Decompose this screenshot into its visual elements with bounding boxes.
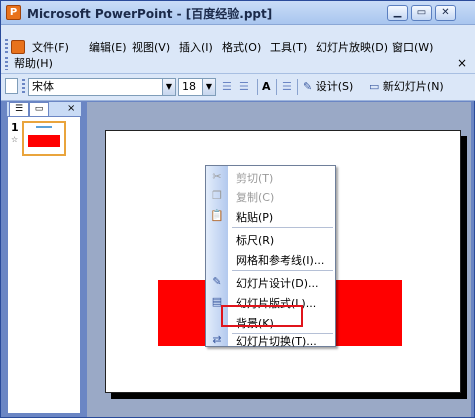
font-size-value: 18 xyxy=(182,80,196,93)
document-icon[interactable] xyxy=(11,40,25,54)
menu-bar-top-strip xyxy=(1,25,475,36)
menubar-grip[interactable] xyxy=(5,39,8,54)
outline-tab[interactable]: ☰ xyxy=(9,102,29,116)
menu-insert[interactable]: 插入(I) xyxy=(179,39,213,56)
ruler-label: 标尺(R) xyxy=(236,234,275,247)
close-button[interactable]: ✕ xyxy=(435,5,456,21)
grid-guides-menu-item[interactable]: 网格和参考线(I)... xyxy=(206,249,335,269)
grid-guides-label: 网格和参考线(I)... xyxy=(236,254,325,267)
new-document-icon[interactable] xyxy=(5,78,18,94)
menu-tools[interactable]: 工具(T) xyxy=(270,39,307,56)
menu-format[interactable]: 格式(O) xyxy=(222,39,261,56)
menu-slideshow[interactable]: 幻灯片放映(D) xyxy=(316,39,388,56)
copy-icon: ❐ xyxy=(212,189,222,202)
indent-icon[interactable]: ☰ xyxy=(282,78,292,96)
menu-edit[interactable]: 编辑(E) xyxy=(89,39,127,56)
cut-label: 剪切(T) xyxy=(236,172,274,185)
toolbar-separator xyxy=(297,79,298,95)
cut-menu-item[interactable]: ✂ 剪切(T) xyxy=(206,167,335,187)
menu-separator xyxy=(232,270,333,271)
slide-number: 1 xyxy=(11,121,19,134)
powerpoint-app-icon[interactable]: P xyxy=(6,5,21,20)
ruler-menu-item[interactable]: 标尺(R) xyxy=(206,229,335,249)
copy-label: 复制(C) xyxy=(236,191,275,204)
slide-transition-icon: ⇄ xyxy=(212,333,222,346)
design-icon: ✎ xyxy=(303,80,313,93)
restore-button[interactable]: ▭ xyxy=(411,5,432,21)
font-name-dropdown-icon[interactable]: ▼ xyxy=(162,79,175,95)
new-slide-icon: ▭ xyxy=(369,80,380,93)
slide-transition-label: 幻灯片切换(T)... xyxy=(236,335,317,348)
slide-design-icon: ✎ xyxy=(212,275,222,288)
thumb-title-placeholder xyxy=(36,126,52,128)
font-name-combo[interactable]: 宋体 xyxy=(28,78,176,96)
menu-view[interactable]: 视图(V) xyxy=(132,39,170,56)
menubar-grip-2[interactable] xyxy=(5,57,8,70)
toolbar-separator xyxy=(276,79,277,95)
design-button[interactable]: ✎ 设计(S) xyxy=(303,78,353,96)
increase-font-icon[interactable]: A xyxy=(262,78,271,96)
paste-menu-item[interactable]: 📋 粘贴(P) xyxy=(206,206,335,226)
transition-star-icon: ☆ xyxy=(11,135,19,144)
font-name-value: 宋体 xyxy=(32,80,54,93)
minimize-button[interactable]: ▁ xyxy=(387,5,408,21)
toolbar-separator xyxy=(257,79,258,95)
numbered-list-icon[interactable]: ☰ xyxy=(222,78,232,96)
powerpoint-window: P Microsoft PowerPoint - [百度经验.ppt] ▁ ▭ … xyxy=(0,0,475,418)
pane-close-icon[interactable]: × xyxy=(67,102,75,115)
scissors-icon: ✂ xyxy=(212,170,222,183)
window-title: Microsoft PowerPoint - [百度经验.ppt] xyxy=(27,7,273,21)
menu-separator xyxy=(232,227,333,228)
thumb-red-shape xyxy=(28,135,60,147)
document-close-icon[interactable]: × xyxy=(457,56,467,70)
formatting-toolbar: 宋体 ▼ 18 ▼ ☰ ☰ A ☰ ✎ 设计(S) ▭ 新幻灯片(N) xyxy=(1,74,475,101)
menu-bar: 文件(F) 编辑(E) 视图(V) 插入(I) 格式(O) 工具(T) 幻灯片放… xyxy=(1,36,475,74)
paste-icon: 📋 xyxy=(210,209,224,222)
title-bar[interactable]: P Microsoft PowerPoint - [百度经验.ppt] ▁ ▭ … xyxy=(1,1,475,25)
new-slide-label: 新幻灯片(N) xyxy=(382,80,444,93)
menu-help[interactable]: 帮助(H) xyxy=(14,55,53,72)
menu-window[interactable]: 窗口(W) xyxy=(392,39,433,56)
new-slide-button[interactable]: ▭ 新幻灯片(N) xyxy=(369,78,444,96)
slide-thumbnail-pane: 1 ☆ xyxy=(7,116,81,414)
slide-transition-menu-item[interactable]: ⇄ 幻灯片切换(T)... xyxy=(206,330,335,350)
slide-design-label: 幻灯片设计(D)... xyxy=(236,277,319,290)
copy-menu-item[interactable]: ❐ 复制(C) xyxy=(206,186,335,206)
highlight-annotation-box xyxy=(221,305,303,327)
slides-tab[interactable]: ▭ xyxy=(29,102,49,116)
font-size-dropdown-icon[interactable]: ▼ xyxy=(202,79,215,95)
menu-file[interactable]: 文件(F) xyxy=(32,39,69,56)
paste-label: 粘贴(P) xyxy=(236,211,274,224)
design-label: 设计(S) xyxy=(315,80,354,93)
toolbar-grip[interactable] xyxy=(22,79,25,94)
slide-design-menu-item[interactable]: ✎ 幻灯片设计(D)... xyxy=(206,272,335,292)
slide-pane-tabs: ☰ ▭ × xyxy=(7,102,81,116)
bulleted-list-icon[interactable]: ☰ xyxy=(239,78,249,96)
slide-thumbnail[interactable] xyxy=(22,121,66,156)
